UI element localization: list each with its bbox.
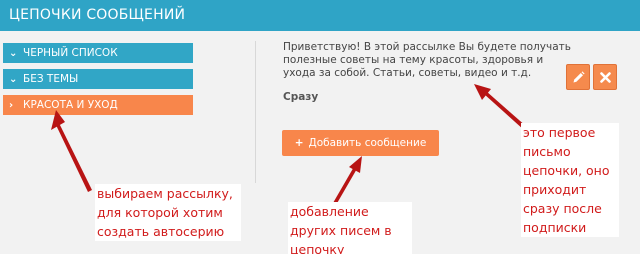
plus-icon: + xyxy=(294,137,304,149)
chevron-down-icon: ⌄ xyxy=(9,74,18,85)
annotation-choose-list: выбираем рассылку, для которой хотим соз… xyxy=(95,184,241,241)
page-title: ЦЕПОЧКИ СООБЩЕНИЙ xyxy=(9,7,186,23)
sidebar-item-blacklist[interactable]: ⌄ ЧЕРНЫЙ СПИСОК xyxy=(3,43,193,63)
annotation-add-letters: добавление других писем в цепочку xyxy=(288,202,412,254)
sidebar-item-label: БЕЗ ТЕМЫ xyxy=(23,73,79,85)
sidebar-item-label: ЧЕРНЫЙ СПИСОК xyxy=(23,47,118,59)
chevron-right-icon: › xyxy=(9,100,14,111)
close-icon xyxy=(599,71,611,83)
message-preview: Приветствую! В этой рассылке Вы будете п… xyxy=(283,41,571,79)
page-header: ЦЕПОЧКИ СООБЩЕНИЙ xyxy=(0,0,640,31)
chevron-down-icon: ⌄ xyxy=(9,48,18,59)
sidebar-item-label: КРАСОТА И УХОД xyxy=(23,99,118,111)
edit-button[interactable] xyxy=(566,64,590,90)
delete-button[interactable] xyxy=(593,64,617,90)
pencil-icon xyxy=(573,70,585,82)
add-message-label: Добавить сообщение xyxy=(308,137,427,149)
annotation-first-letter: это первое письмо цепочки, оно приходит … xyxy=(521,123,619,237)
add-message-button[interactable]: + Добавить сообщение xyxy=(282,130,439,156)
sidebar-item-beauty-care[interactable]: › КРАСОТА И УХОД xyxy=(3,95,193,115)
column-divider xyxy=(255,41,256,183)
message-timing: Сразу xyxy=(283,91,319,103)
sidebar-item-no-topic[interactable]: ⌄ БЕЗ ТЕМЫ xyxy=(3,69,193,89)
